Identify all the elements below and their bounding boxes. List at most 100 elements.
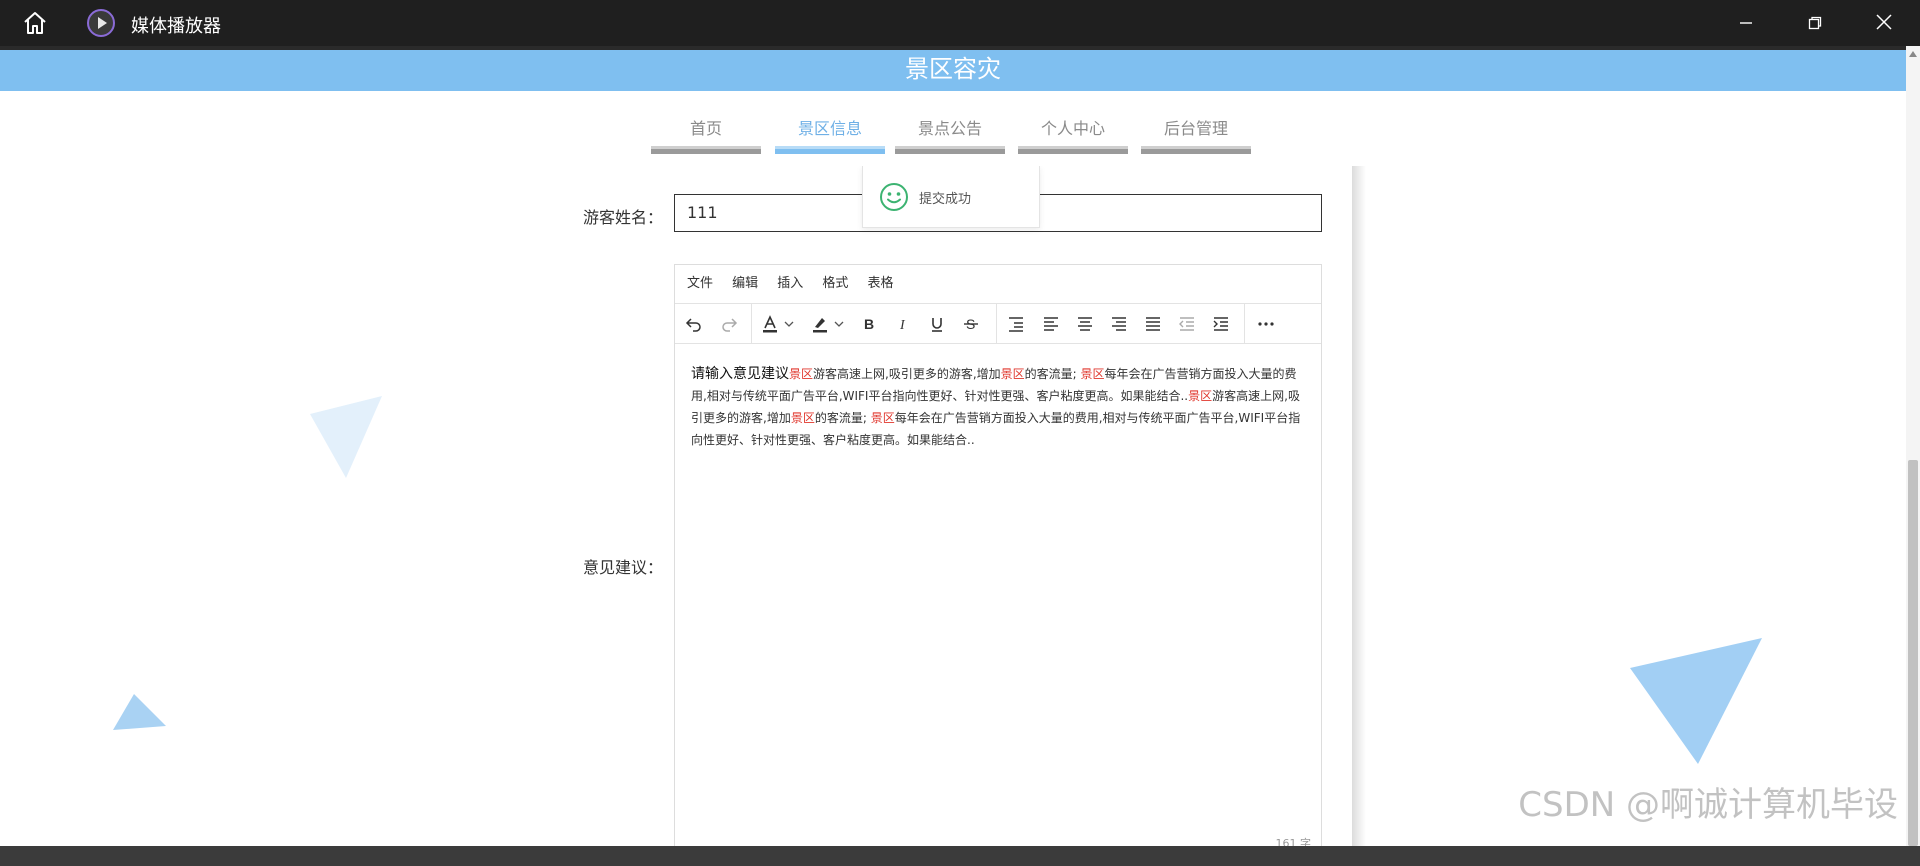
indent-icon <box>1213 317 1228 331</box>
highlighter-icon <box>813 318 827 333</box>
minimize-icon <box>1740 22 1752 24</box>
menu-edit[interactable]: 编辑 <box>732 265 758 303</box>
text-color-icon <box>763 315 777 333</box>
restore-icon <box>1808 16 1822 30</box>
italic-icon: I <box>899 318 906 333</box>
word-count: 161 字 <box>1275 837 1312 846</box>
scroll-up-icon[interactable] <box>1909 51 1917 57</box>
underline-icon <box>932 318 942 332</box>
minimize-button[interactable] <box>1724 8 1768 38</box>
close-button[interactable] <box>1862 8 1906 38</box>
toolbar-separator <box>751 304 752 343</box>
window-titlebar: 媒体播放器 <box>0 0 1920 46</box>
editor-placeholder-text: 请输入意见建议 <box>691 366 789 382</box>
line-height-icon <box>1009 317 1023 332</box>
justify-button[interactable] <box>1142 313 1164 335</box>
svg-text:B: B <box>864 316 874 332</box>
visitor-name-label: 游客姓名： <box>583 208 664 227</box>
more-icon <box>1258 322 1274 326</box>
feedback-label: 意见建议： <box>583 558 664 577</box>
highlight-color-button[interactable] <box>809 313 831 335</box>
bold-button[interactable]: B <box>858 313 880 335</box>
editor-text-run: 游客高速上网,吸引更多的游客,增加 <box>813 367 1001 381</box>
underline-button[interactable] <box>926 313 948 335</box>
nav-item-announcements[interactable]: 景点公告 <box>895 91 1005 154</box>
chevron-down-icon <box>784 321 794 327</box>
nav-item-label: 后台管理 <box>1163 119 1228 138</box>
strikethrough-button[interactable]: S <box>960 313 982 335</box>
close-icon <box>1876 14 1892 30</box>
undo-icon <box>685 318 701 332</box>
rich-text-editor[interactable]: 文件 编辑 插入 格式 表格 B I S 请输入意见建议景区游客高速上网,吸引更… <box>674 264 1322 846</box>
smile-icon <box>880 183 908 211</box>
nav-item-label: 个人中心 <box>1040 119 1105 138</box>
editor-toolbar: B I S <box>675 304 1321 344</box>
italic-button[interactable]: I <box>892 313 914 335</box>
nav-item-underline <box>1018 146 1128 154</box>
media-player-logo-icon <box>87 9 115 37</box>
nav-item-label: 景点公告 <box>917 119 982 138</box>
outdent-icon <box>1179 317 1194 331</box>
nav-item-label: 景区信息 <box>797 119 862 138</box>
editor-menubar: 文件 编辑 插入 格式 表格 <box>675 265 1321 304</box>
highlighted-keyword: 景区 <box>789 367 814 381</box>
menu-table[interactable]: 表格 <box>867 265 893 303</box>
align-left-icon <box>1044 317 1058 331</box>
outdent-button[interactable] <box>1176 313 1198 335</box>
home-icon[interactable] <box>22 11 48 35</box>
redo-button[interactable] <box>718 313 740 335</box>
menu-insert[interactable]: 插入 <box>777 265 803 303</box>
align-center-icon <box>1078 317 1092 331</box>
redo-icon <box>722 318 738 332</box>
decorative-triangle <box>1630 638 1762 764</box>
site-banner: 景区容灾 <box>0 50 1906 91</box>
line-height-button[interactable] <box>1005 313 1027 335</box>
nav-item-label: 首页 <box>689 119 722 138</box>
text-color-dropdown[interactable] <box>783 313 795 335</box>
menu-file[interactable]: 文件 <box>687 265 713 303</box>
indent-button[interactable] <box>1210 313 1232 335</box>
toast-message: 提交成功 <box>919 192 972 207</box>
more-button[interactable] <box>1255 313 1277 335</box>
align-left-button[interactable] <box>1040 313 1062 335</box>
nav-item-underline <box>775 146 885 154</box>
csdn-watermark: CSDN @啊诚计算机毕设 <box>1518 785 1898 825</box>
nav-item-home[interactable]: 首页 <box>651 91 761 154</box>
chevron-down-icon <box>834 321 844 327</box>
decorative-triangle <box>113 694 166 730</box>
undo-button[interactable] <box>683 313 705 335</box>
align-right-button[interactable] <box>1108 313 1130 335</box>
panel-edge-shadow <box>1352 166 1366 846</box>
menu-format[interactable]: 格式 <box>822 265 848 303</box>
align-center-button[interactable] <box>1074 313 1096 335</box>
nav-item-underline <box>651 146 761 154</box>
bold-icon: B <box>864 316 874 332</box>
nav-item-underline <box>1141 146 1251 154</box>
nav-item-personal-center[interactable]: 个人中心 <box>1018 91 1128 154</box>
highlighted-keyword: 景区 <box>790 411 815 425</box>
nav-item-admin[interactable]: 后台管理 <box>1141 91 1251 154</box>
restore-button[interactable] <box>1793 8 1837 38</box>
highlighted-keyword: 景区 <box>1080 367 1105 381</box>
content-area: 游客姓名： 111 提交成功 意见建议： 文件 编辑 插入 格式 表格 B I … <box>0 166 1906 846</box>
highlighted-keyword: 景区 <box>870 411 895 425</box>
media-player-bar <box>0 846 1920 866</box>
main-nav: 首页 景区信息 景点公告 个人中心 后台管理 <box>0 91 1906 166</box>
highlighted-keyword: 景区 <box>1188 389 1213 403</box>
editor-content[interactable]: 请输入意见建议景区游客高速上网,吸引更多的游客,增加景区的客流量; 景区每年会在… <box>675 344 1321 451</box>
editor-text-run: 的客流量; <box>814 411 871 425</box>
align-right-icon <box>1112 317 1126 331</box>
success-toast: 提交成功 <box>862 166 1040 228</box>
decorative-triangle <box>310 396 382 478</box>
nav-item-underline <box>895 146 1005 154</box>
scroll-thumb[interactable] <box>1908 460 1918 846</box>
page-scrollbar[interactable] <box>1906 46 1920 846</box>
strikethrough-icon: S <box>964 316 978 332</box>
text-color-button[interactable] <box>759 313 781 335</box>
nav-item-scenic-info[interactable]: 景区信息 <box>775 91 885 154</box>
window-title: 媒体播放器 <box>131 16 221 37</box>
justify-icon <box>1146 317 1160 331</box>
toolbar-separator <box>996 304 997 343</box>
highlight-color-dropdown[interactable] <box>833 313 845 335</box>
editor-text-run: 的客流量; <box>1024 367 1081 381</box>
